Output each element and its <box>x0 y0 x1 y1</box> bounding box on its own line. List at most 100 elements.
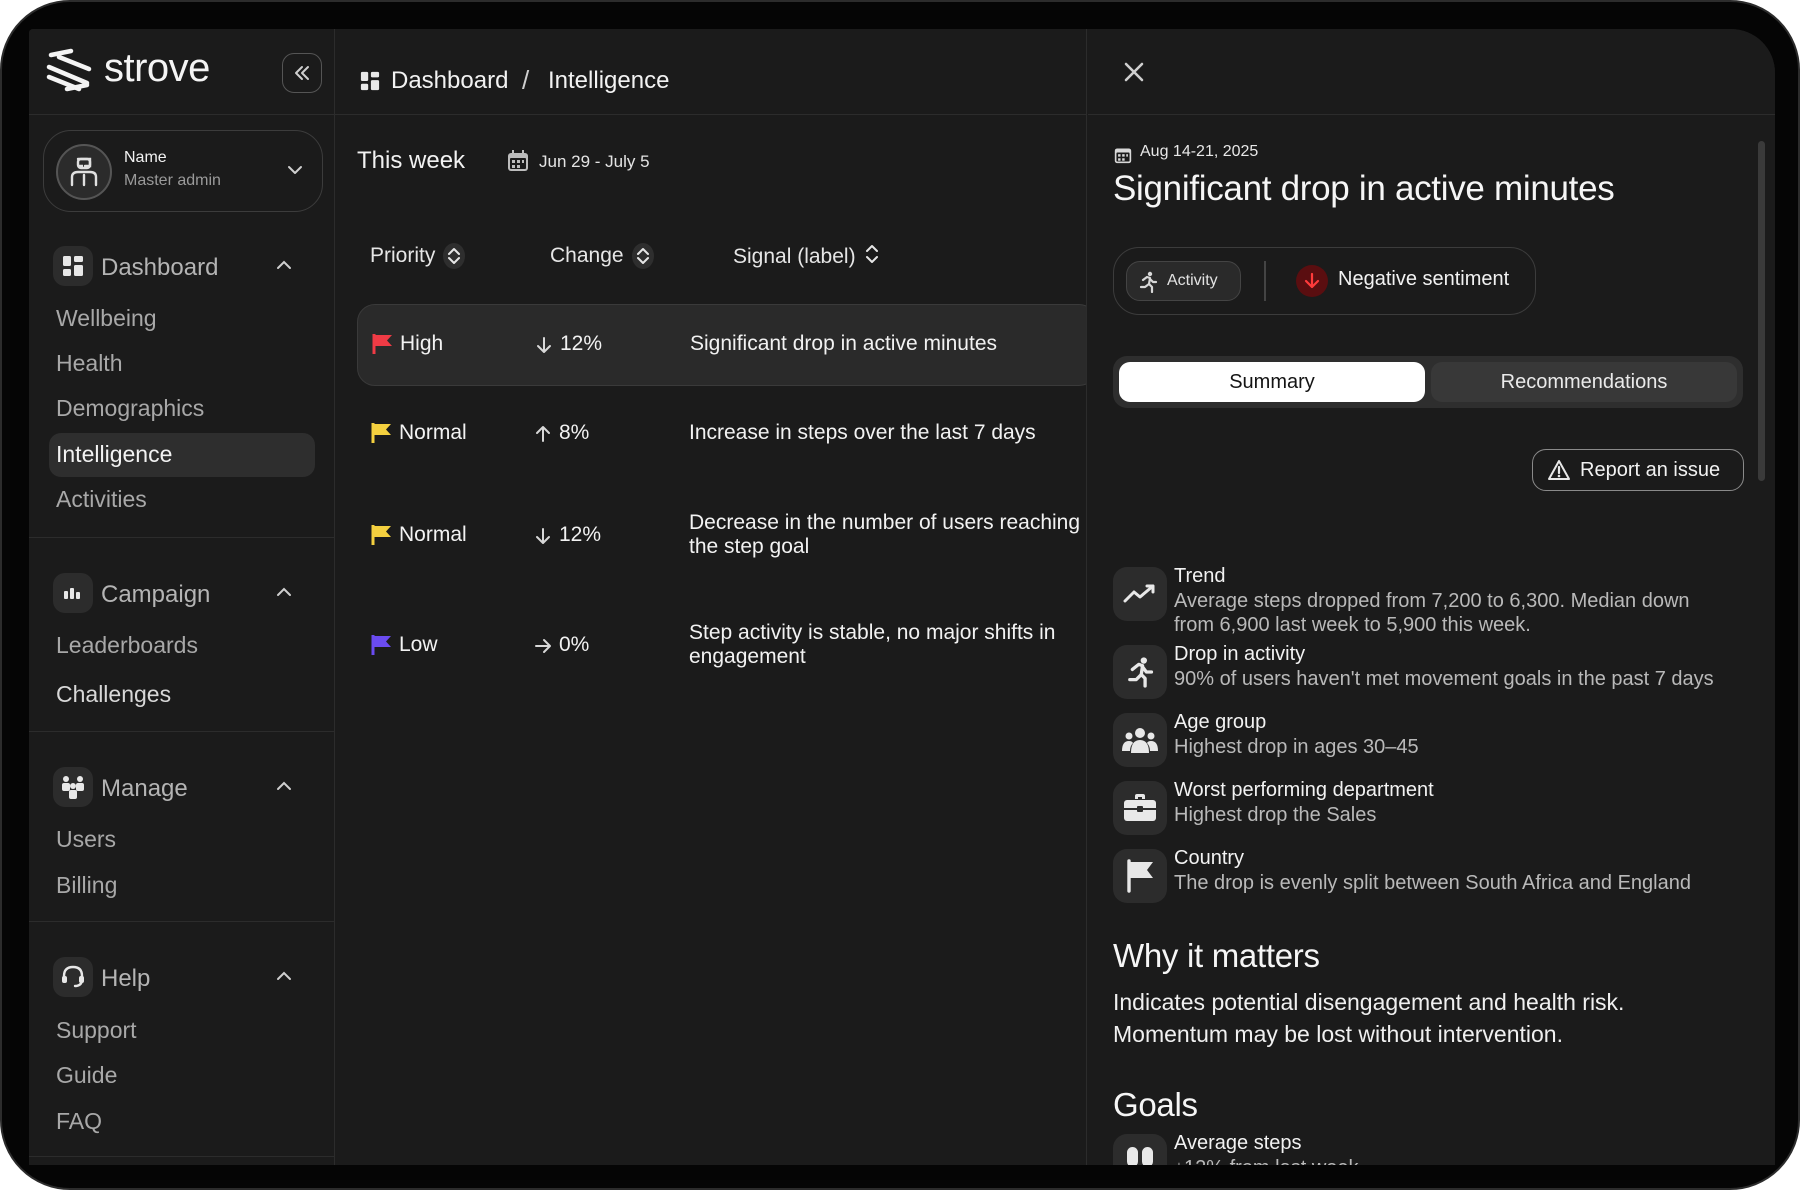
breadcrumb-separator: / <box>522 65 530 95</box>
goals-heading: Goals <box>1113 1086 1198 1123</box>
sidebar-item-intelligence[interactable]: Intelligence <box>49 433 315 477</box>
double-chevron-left-icon <box>295 66 309 80</box>
signal-date: Aug 14-21, 2025 <box>1140 143 1259 160</box>
sentiment-label: Negative sentiment <box>1338 268 1510 290</box>
sidebar: strove Name Master admin Dashboard Wellb… <box>29 29 335 1165</box>
flag-icon <box>371 423 391 443</box>
change-value: 12% <box>559 523 602 546</box>
priority-label: Normal <box>399 523 467 546</box>
signal-label: Significant drop in active minutes <box>690 332 997 355</box>
detail-tabs: Summary Recommendations <box>1113 356 1743 408</box>
report-issue-label: Report an issue <box>1580 459 1721 481</box>
user-account-switcher[interactable]: Name Master admin <box>43 130 323 212</box>
calendar-icon[interactable] <box>507 150 529 172</box>
table-row[interactable]: Normal 8% Increase in steps over the las… <box>357 394 1086 476</box>
divider <box>29 731 335 732</box>
insight-title: Age group <box>1174 711 1267 733</box>
nav-section-help[interactable]: Help <box>53 957 313 997</box>
flag-icon <box>372 334 392 354</box>
arrow-down-icon <box>537 337 551 353</box>
app-screen: strove Name Master admin Dashboard Wellb… <box>29 29 1775 1165</box>
nav-section-campaign[interactable]: Campaign <box>53 573 313 613</box>
goal-title: Average steps <box>1174 1132 1302 1154</box>
nav-section-manage[interactable]: Manage <box>53 767 313 807</box>
column-header-signal[interactable]: Signal (label) <box>733 243 880 271</box>
insight-title: Trend <box>1174 565 1226 587</box>
sidebar-item-wellbeing[interactable]: Wellbeing <box>49 297 315 341</box>
period-range[interactable]: Jun 29 - July 5 <box>539 152 650 172</box>
why-line: Momentum may be lost without interventio… <box>1113 1021 1563 1047</box>
nav-section-label: Manage <box>101 775 188 802</box>
sidebar-item-demographics[interactable]: Demographics <box>49 387 315 431</box>
column-header-change[interactable]: Change <box>550 243 654 269</box>
scrollbar[interactable] <box>1758 141 1765 481</box>
signal-label-line: the step goal <box>689 535 810 558</box>
table-row[interactable]: Normal 12% Decrease in the number of use… <box>357 484 1086 590</box>
nav-section-label: Campaign <box>101 581 211 608</box>
insight-description: The drop is evenly split between South A… <box>1174 872 1691 894</box>
signal-label: Step activity is stable, no major shifts… <box>689 621 1086 669</box>
chevron-up-icon <box>277 971 291 980</box>
change-value: 12% <box>560 332 603 355</box>
user-placeholder-icon <box>70 157 98 187</box>
logo-text: strove <box>104 46 210 90</box>
collapse-sidebar-button[interactable] <box>282 53 322 93</box>
breadcrumb-intelligence: Intelligence <box>548 67 670 94</box>
sidebar-item-leaderboards[interactable]: Leaderboards <box>49 624 315 668</box>
why-it-matters-text: Indicates potential disengagement and he… <box>1113 986 1733 1050</box>
priority-label: High <box>400 332 444 355</box>
arrow-up-icon <box>536 426 550 442</box>
warning-icon <box>1548 460 1570 480</box>
sort-icon <box>631 243 654 269</box>
logo-row: strove <box>29 29 335 115</box>
user-name: Name <box>124 149 167 166</box>
insight-description: Average steps dropped from 7,200 to 6,30… <box>1174 589 1754 637</box>
arrow-right-icon <box>535 639 551 653</box>
priority-label: Low <box>399 633 438 656</box>
divider <box>29 921 335 922</box>
sidebar-item-challenges[interactable]: Challenges <box>49 673 315 717</box>
report-issue-button[interactable]: Report an issue <box>1532 449 1744 491</box>
insight-title: Country <box>1174 847 1245 869</box>
table-row[interactable]: Low 0% Step activity is stable, no major… <box>357 594 1086 700</box>
footprints-icon <box>1113 1134 1167 1165</box>
table-row[interactable]: High 12% Significant drop in active minu… <box>357 304 1086 386</box>
column-header-priority[interactable]: Priority <box>370 243 466 269</box>
divider <box>1264 261 1266 301</box>
negative-sentiment-icon <box>1296 265 1328 297</box>
panel-header <box>1088 29 1775 115</box>
avatar <box>56 144 112 200</box>
close-icon[interactable] <box>1121 59 1147 85</box>
tab-summary[interactable]: Summary <box>1119 362 1425 402</box>
tab-recommendations[interactable]: Recommendations <box>1431 362 1737 402</box>
sidebar-item-health[interactable]: Health <box>49 342 315 386</box>
sidebar-item-guide[interactable]: Guide <box>49 1054 315 1098</box>
breadcrumb-dashboard[interactable]: Dashboard <box>391 67 508 95</box>
flag-icon <box>371 525 391 545</box>
team-icon <box>53 767 93 807</box>
category-chip[interactable]: Activity <box>1126 261 1241 301</box>
chevron-up-icon <box>277 260 291 269</box>
sidebar-item-faq[interactable]: FAQ <box>49 1100 315 1144</box>
grid-icon <box>53 246 93 286</box>
user-role: Master admin <box>124 172 221 189</box>
sidebar-item-activities[interactable]: Activities <box>49 478 315 522</box>
arrow-down-icon <box>536 528 550 544</box>
sidebar-item-support[interactable]: Support <box>49 1009 315 1053</box>
nav-section-dashboard[interactable]: Dashboard <box>53 246 313 286</box>
insight-line: Average steps dropped from 7,200 to 6,30… <box>1174 590 1690 612</box>
sidebar-item-billing[interactable]: Billing <box>49 864 315 908</box>
insight-description: 90% of users haven't met movement goals … <box>1174 668 1714 690</box>
briefcase-icon <box>1113 781 1167 835</box>
column-header-label: Change <box>550 244 624 267</box>
sidebar-item-users[interactable]: Users <box>49 818 315 862</box>
change-value: 0% <box>559 633 590 656</box>
change-value: 8% <box>559 421 590 444</box>
calendar-icon <box>1114 148 1132 164</box>
signals-list: Dashboard / Intelligence This week Jun 2… <box>335 29 1087 1165</box>
device-frame: strove Name Master admin Dashboard Wellb… <box>0 0 1800 1190</box>
goal-description: ↓12% from last week <box>1174 1156 1754 1165</box>
nav-section-label: Help <box>101 965 151 992</box>
running-icon <box>1113 645 1167 699</box>
running-icon <box>1139 271 1158 293</box>
